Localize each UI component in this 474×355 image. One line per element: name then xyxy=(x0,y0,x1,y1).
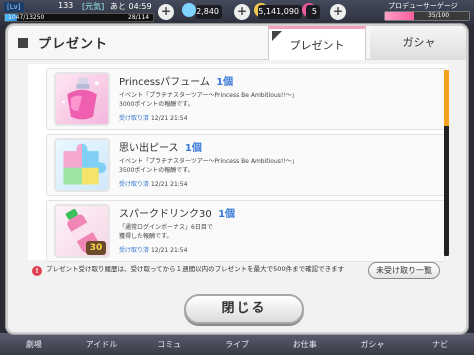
level-label: [Lv] xyxy=(4,2,24,12)
history-note: プレゼント受け取り履歴は、受け取ってから１週間以内のプレゼントを最大で500件ま… xyxy=(46,265,345,273)
list-item: 30 スパークドリンク30 1個 「通常ログインボーナス」6日目で 獲得した報酬… xyxy=(46,200,446,262)
dialog-title: プレゼント xyxy=(38,37,109,52)
stamina-current: 1047/13250 xyxy=(8,14,45,21)
tab-present-label: プレゼント xyxy=(289,39,345,52)
present-dialog: プレゼント プレゼント ガシャ Princessパフューム 1個 イベント「プラ… xyxy=(6,24,468,334)
money-count: 5,141,090 xyxy=(258,5,302,19)
tab-present[interactable]: プレゼント xyxy=(268,26,366,60)
scrollbar-thumb[interactable] xyxy=(444,70,449,126)
close-button[interactable]: 閉じる xyxy=(184,294,304,324)
nav-item-5[interactable]: ガシャ xyxy=(339,333,407,355)
level-value: 133 xyxy=(58,1,74,10)
producer-gauge-value: 35/100 xyxy=(428,12,450,19)
list-item: Princessパフューム 1個 イベント「プラチナスターツアー～Princes… xyxy=(46,68,446,130)
present-list[interactable]: Princessパフューム 1個 イベント「プラチナスターツアー～Princes… xyxy=(28,64,448,262)
nav-item-0[interactable]: 劇場 xyxy=(0,333,68,355)
unreceived-list-button[interactable]: 未受け取り一覧 xyxy=(368,262,440,279)
stamina-sub: 28/114 xyxy=(128,14,150,21)
item-description: イベント「プラチナスターツアー～Princess Be Ambitious!!～… xyxy=(119,158,298,174)
drink-icon: 30 xyxy=(54,204,110,258)
jewel-count: 2,840 xyxy=(196,5,222,19)
nav-item-4[interactable]: お仕事 xyxy=(271,333,339,355)
tab-gacha-label: ガシャ xyxy=(402,36,436,49)
item-received-date: 受け取り済 12/21 21:54 xyxy=(119,115,188,122)
item-description: イベント「プラチナスターツアー～Princess Be Ambitious!!～… xyxy=(119,92,298,108)
perfume-icon xyxy=(54,72,110,126)
nav-item-2[interactable]: コミュ xyxy=(135,333,203,355)
item-badge: 30 xyxy=(86,241,106,255)
add-stamina-button[interactable]: + xyxy=(158,4,174,20)
item-description: 「通常ログインボーナス」6日目で 獲得した報酬です。 xyxy=(119,224,213,240)
item-name: 思い出ピース 1個 xyxy=(119,143,202,154)
nav-item-1[interactable]: アイドル xyxy=(68,333,136,355)
add-jewel-button[interactable]: + xyxy=(234,4,250,20)
add-ticket-button[interactable]: + xyxy=(330,4,346,20)
dialog-header: プレゼント プレゼント ガシャ xyxy=(8,26,466,60)
square-bullet-icon xyxy=(18,38,28,48)
item-name: スパークドリンク30 1個 xyxy=(119,209,236,220)
list-scrollbar[interactable] xyxy=(444,70,449,256)
nav-item-6[interactable]: ナビ xyxy=(406,333,474,355)
list-item: 思い出ピース 1個 イベント「プラチナスターツアー～Princess Be Am… xyxy=(46,134,446,196)
puzzle-piece-icon xyxy=(54,138,110,192)
top-status-bar: [Lv] 133 [元気] あと 04:59 1047/13250 28/114… xyxy=(0,0,474,26)
tab-corner-icon xyxy=(272,31,282,41)
jewel-icon xyxy=(182,3,196,17)
item-received-date: 受け取り済 12/21 21:54 xyxy=(119,247,188,254)
ticket-count: 5 xyxy=(306,5,320,19)
item-quantity: 1個 xyxy=(184,143,202,154)
item-quantity: 1個 xyxy=(218,209,236,220)
producer-gauge-bar xyxy=(384,11,470,21)
exclamation-icon: ! xyxy=(32,266,42,276)
tab-gacha[interactable]: ガシャ xyxy=(370,26,466,60)
producer-gauge-label: プロデューサーゲージ xyxy=(388,2,458,10)
nav-item-3[interactable]: ライブ xyxy=(203,333,271,355)
item-received-date: 受け取り済 12/21 21:54 xyxy=(119,181,188,188)
bottom-nav: 劇場 アイドル コミュ ライブ お仕事 ガシャ ナビ xyxy=(0,333,474,355)
item-name: Princessパフューム 1個 xyxy=(119,77,234,88)
stamina-timer: あと 04:59 xyxy=(110,2,152,11)
item-quantity: 1個 xyxy=(216,77,234,88)
stamina-label: [元気] xyxy=(82,2,105,11)
